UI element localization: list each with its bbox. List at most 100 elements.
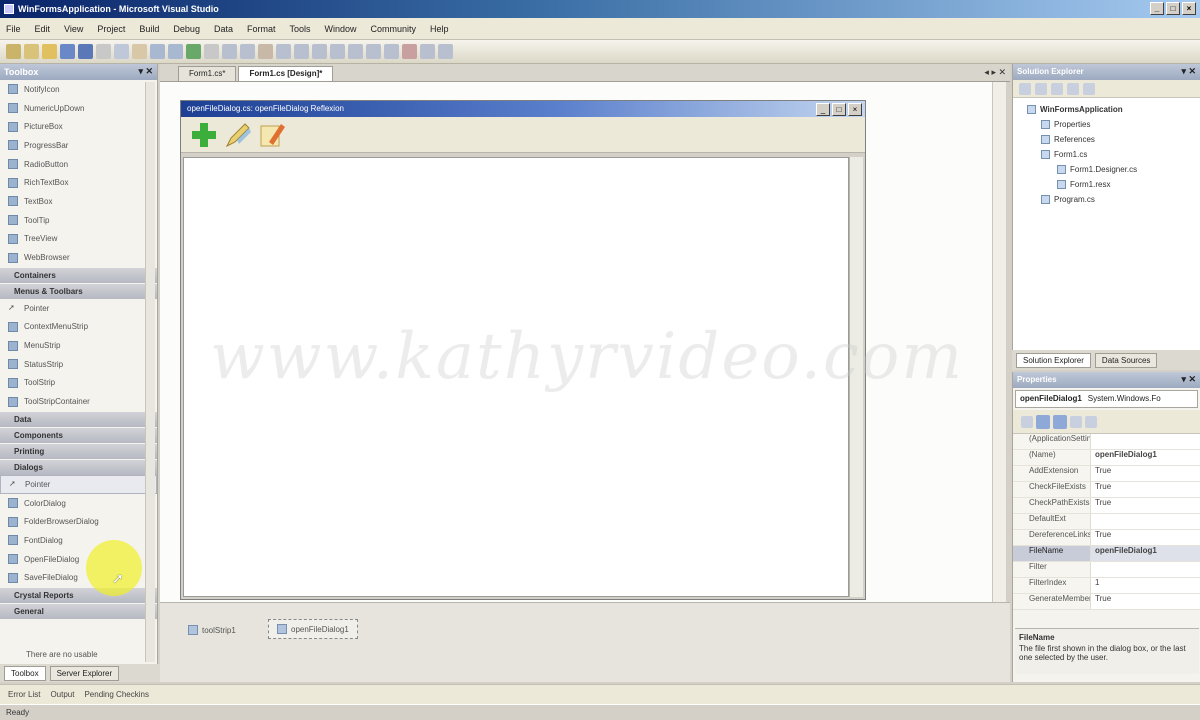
tree-item-references[interactable]: References: [1027, 132, 1200, 147]
redo-icon[interactable]: [168, 44, 183, 59]
property-row[interactable]: GenerateMember True: [1013, 594, 1200, 610]
align-left-icon[interactable]: [276, 44, 291, 59]
toolbox-item[interactable]: ➚ Pointer: [0, 475, 157, 494]
close-document-icon[interactable]: ◂ ▸ ✕: [984, 67, 1006, 78]
panel-controls[interactable]: ▾ ✕: [1181, 66, 1196, 77]
property-value[interactable]: True: [1091, 466, 1200, 481]
menu-help[interactable]: Help: [430, 24, 449, 34]
align-middle-icon[interactable]: [348, 44, 363, 59]
categorized-icon[interactable]: [1021, 415, 1033, 428]
properties-icon[interactable]: [1019, 82, 1031, 95]
property-row[interactable]: (ApplicationSettings): [1013, 434, 1200, 450]
toolbox-group-general[interactable]: General: [0, 604, 157, 620]
menu-tools[interactable]: Tools: [289, 24, 310, 34]
toolbox-item[interactable]: NumericUpDown: [0, 99, 157, 118]
toolbox-item[interactable]: ContextMenuStrip: [0, 318, 157, 337]
save-all-icon[interactable]: [78, 44, 93, 59]
toolbox-item[interactable]: PictureBox: [0, 117, 157, 136]
make-same-size-icon[interactable]: [384, 44, 399, 59]
view-designer-icon[interactable]: [1083, 82, 1095, 95]
toolbox-item[interactable]: TextBox: [0, 192, 157, 211]
designer-scrollbar[interactable]: [992, 82, 1006, 602]
toolbox-scrollbar[interactable]: [145, 82, 155, 662]
toolbox-item[interactable]: ToolTip: [0, 211, 157, 230]
tray-toolstrip[interactable]: toolStrip1: [188, 625, 236, 635]
toolbox-item[interactable]: TreeView: [0, 230, 157, 249]
property-value[interactable]: True: [1091, 530, 1200, 545]
tab-form1-design[interactable]: Form1.cs [Design]*: [238, 66, 334, 81]
property-row[interactable]: FilterIndex 1: [1013, 578, 1200, 594]
property-row[interactable]: DereferenceLinks True: [1013, 530, 1200, 546]
tab-error-list[interactable]: Error List: [8, 690, 40, 699]
cut-icon[interactable]: [96, 44, 111, 59]
menu-debug[interactable]: Debug: [173, 24, 200, 34]
minimize-button[interactable]: _: [1150, 2, 1164, 15]
align-top-icon[interactable]: [330, 44, 345, 59]
tree-item-designer[interactable]: Form1.Designer.cs: [1027, 162, 1200, 177]
property-pages-icon[interactable]: [1085, 415, 1097, 428]
tab-order-icon[interactable]: [438, 44, 453, 59]
toolbox-item[interactable]: ProgressBar: [0, 136, 157, 155]
toolbox-item[interactable]: StatusStrip: [0, 355, 157, 374]
toolbox-group-components[interactable]: Components: [0, 428, 157, 443]
tab-pending-checkins[interactable]: Pending Checkins: [84, 690, 148, 699]
menu-file[interactable]: File: [6, 24, 21, 34]
toolbox-item[interactable]: ➚ Pointer: [0, 299, 157, 318]
property-row[interactable]: DefaultExt: [1013, 514, 1200, 530]
tab-toolbox[interactable]: Toolbox: [4, 665, 46, 681]
toolbox-group-dialogs[interactable]: Dialogs: [0, 460, 157, 475]
menu-window[interactable]: Window: [325, 24, 357, 34]
bring-to-front-icon[interactable]: [402, 44, 417, 59]
add-item-icon[interactable]: [24, 44, 39, 59]
tab-server-explorer[interactable]: Server Explorer: [49, 665, 120, 681]
object-selector[interactable]: openFileDialog1 System.Windows.Fo: [1015, 390, 1198, 408]
toolbox-group-menus[interactable]: Menus & Toolbars: [0, 283, 157, 299]
toolbox-group-crystal[interactable]: Crystal Reports: [0, 588, 157, 604]
property-row[interactable]: Filter: [1013, 562, 1200, 578]
property-value[interactable]: [1091, 434, 1200, 449]
tab-solution-explorer[interactable]: Solution Explorer: [1016, 352, 1091, 368]
note-pencil-icon[interactable]: [257, 120, 287, 150]
menu-edit[interactable]: Edit: [35, 24, 51, 34]
property-value[interactable]: openFileDialog1: [1091, 450, 1200, 465]
panel-controls[interactable]: ▾ ✕: [1181, 374, 1196, 385]
property-row-selected[interactable]: FileName openFileDialog1: [1013, 546, 1200, 562]
new-project-icon[interactable]: [6, 44, 21, 59]
paste-icon[interactable]: [132, 44, 147, 59]
toolbox-item[interactable]: MenuStrip: [0, 336, 157, 355]
show-all-files-icon[interactable]: [1035, 82, 1047, 95]
edit-pencil-icon[interactable]: [223, 120, 253, 150]
tree-item-project[interactable]: WinFormsApplication: [1027, 102, 1200, 117]
solution-explorer-icon[interactable]: [222, 44, 237, 59]
toolbox-header-controls[interactable]: ▾ ✕: [138, 66, 153, 77]
property-row[interactable]: CheckPathExists True: [1013, 498, 1200, 514]
undo-icon[interactable]: [150, 44, 165, 59]
toolbox-item[interactable]: ColorDialog: [0, 494, 157, 513]
events-icon[interactable]: [1070, 415, 1082, 428]
open-file-icon[interactable]: [42, 44, 57, 59]
toolbox-icon[interactable]: [258, 44, 273, 59]
copy-icon[interactable]: [114, 44, 129, 59]
tray-openfiledialog[interactable]: openFileDialog1: [268, 619, 358, 639]
property-value[interactable]: True: [1091, 594, 1200, 609]
property-value[interactable]: True: [1091, 498, 1200, 513]
align-bottom-icon[interactable]: [366, 44, 381, 59]
property-row[interactable]: (Name) openFileDialog1: [1013, 450, 1200, 466]
tree-item-resx[interactable]: Form1.resx: [1027, 177, 1200, 192]
menu-build[interactable]: Build: [139, 24, 159, 34]
alphabetical-icon[interactable]: [1036, 414, 1050, 429]
menu-project[interactable]: Project: [97, 24, 125, 34]
toolbox-group-containers[interactable]: Containers: [0, 267, 157, 283]
align-right-icon[interactable]: [312, 44, 327, 59]
tree-item-form1[interactable]: Form1.cs: [1027, 147, 1200, 162]
menu-community[interactable]: Community: [371, 24, 417, 34]
align-center-icon[interactable]: [294, 44, 309, 59]
property-row[interactable]: CheckFileExists True: [1013, 482, 1200, 498]
property-row[interactable]: AddExtension True: [1013, 466, 1200, 482]
toolbox-item[interactable]: ToolStripContainer: [0, 392, 157, 411]
menu-data[interactable]: Data: [214, 24, 233, 34]
properties-view-icon[interactable]: [1053, 414, 1067, 429]
view-code-icon[interactable]: [1067, 82, 1079, 95]
add-icon[interactable]: [189, 120, 219, 150]
menu-view[interactable]: View: [64, 24, 83, 34]
